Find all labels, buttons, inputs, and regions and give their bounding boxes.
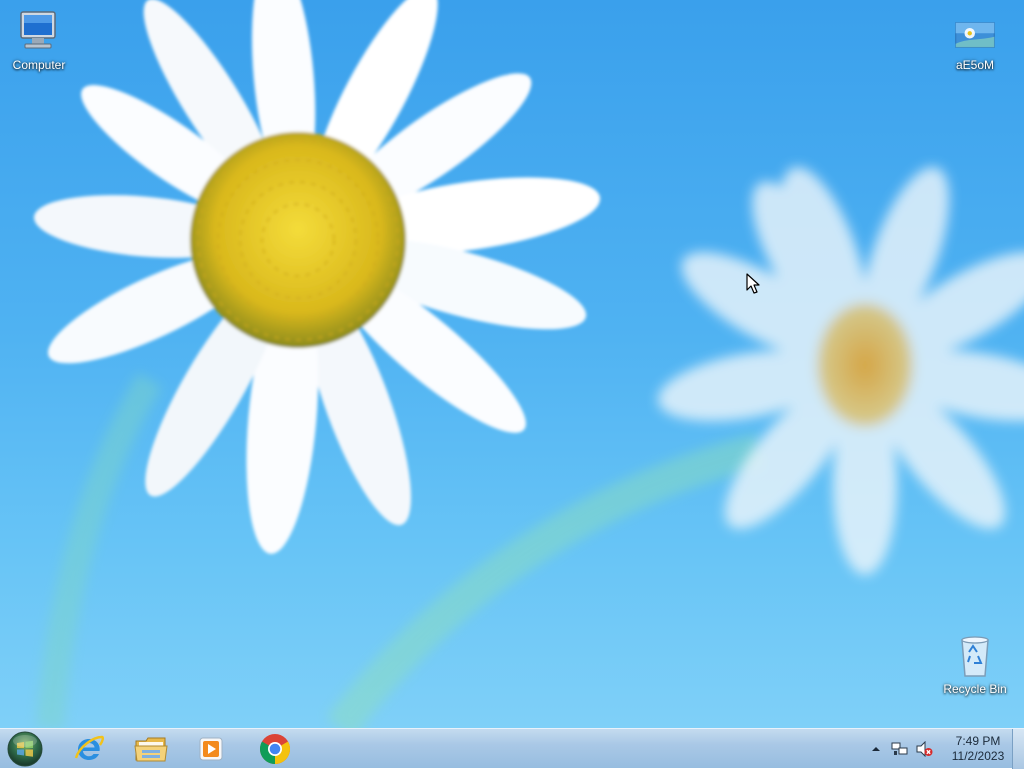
recycle-bin-icon: [961, 636, 989, 677]
wallpaper-daisy: [33, 0, 1024, 728]
system-tray: 7:49 PM 11/2/2023: [864, 729, 1010, 769]
taskbar-file-explorer-button[interactable]: [124, 731, 178, 767]
desktop[interactable]: Computer aE5oM Recycle Bin: [0, 0, 1024, 728]
show-hidden-icons-arrow-icon[interactable]: [867, 740, 885, 758]
desktop-icon-label: Computer: [12, 58, 66, 72]
network-icon[interactable]: [891, 740, 909, 758]
show-desktop-button[interactable]: [1012, 729, 1024, 769]
taskbar-media-player-button[interactable]: [184, 731, 238, 767]
clock-time: 7:49 PM: [955, 734, 1001, 748]
desktop-icon-computer[interactable]: Computer: [1, 8, 77, 72]
desktop-icon-recycle-bin[interactable]: Recycle Bin: [937, 632, 1013, 696]
windows-orb-icon[interactable]: [6, 730, 44, 768]
media-player-icon: [199, 737, 223, 761]
volume-muted-icon[interactable]: [915, 740, 933, 758]
taskbar-internet-explorer-button[interactable]: [62, 731, 116, 767]
clock[interactable]: 7:49 PM 11/2/2023: [946, 734, 1010, 764]
mouse-pointer-icon: [746, 273, 760, 294]
desktop-icon-label: aE5oM: [955, 58, 995, 72]
taskbar: 7:49 PM 11/2/2023: [0, 728, 1024, 769]
desktop-icon-label: Recycle Bin: [943, 682, 1007, 696]
folder-icon: [134, 737, 168, 762]
computer-icon: [20, 11, 56, 49]
taskbar-chrome-button[interactable]: [248, 731, 302, 767]
clock-date: 11/2/2023: [951, 749, 1005, 763]
desktop-icon-ae5om[interactable]: aE5oM: [937, 14, 1013, 72]
chrome-icon: [259, 734, 291, 764]
image-file-icon: [955, 22, 995, 48]
internet-explorer-icon: [74, 735, 105, 760]
